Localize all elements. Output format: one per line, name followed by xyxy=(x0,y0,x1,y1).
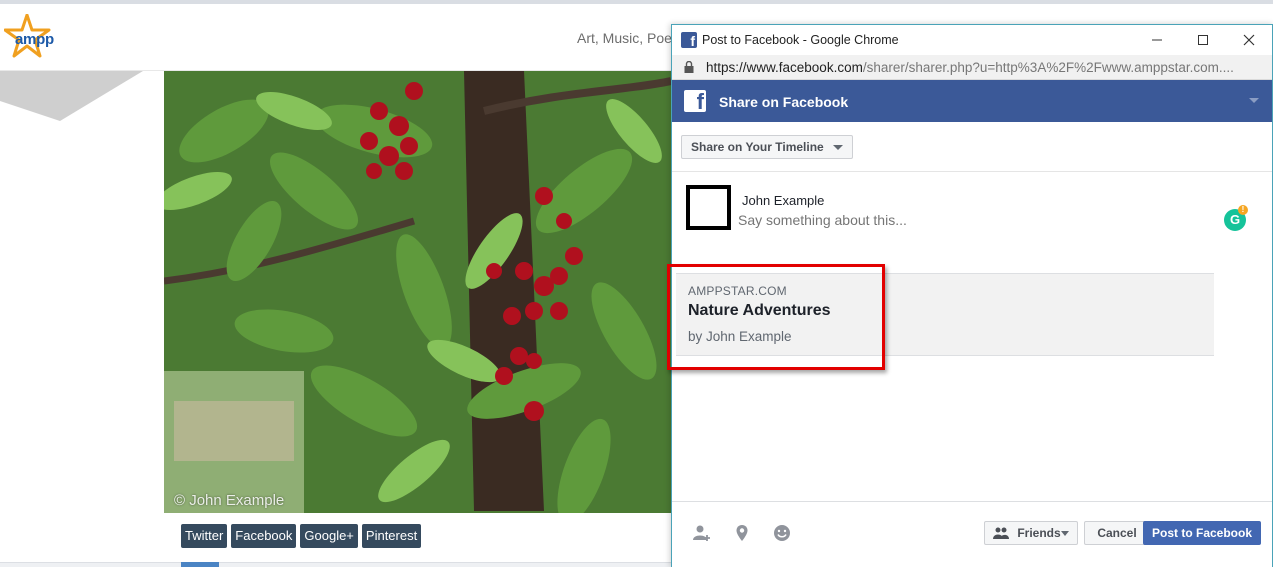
window-titlebar: f Post to Facebook - Google Chrome xyxy=(672,25,1272,55)
cherry-tree-photo: © John Example xyxy=(164,71,671,513)
minimize-button[interactable] xyxy=(1134,25,1180,55)
share-buttons-row: Twitter Facebook Google+ Pinterest xyxy=(181,524,422,548)
share-popup-window: f Post to Facebook - Google Chrome https… xyxy=(667,24,1273,567)
grammarly-alert-icon: ! xyxy=(1238,205,1248,215)
address-bar[interactable]: https://www.facebook.com/sharer/sharer.p… xyxy=(672,55,1272,80)
facebook-favicon-icon: f xyxy=(681,32,697,49)
facebook-share-header: f Share on Facebook xyxy=(672,80,1272,122)
site-nav-link[interactable]: Art, Music, Poe xyxy=(577,30,672,46)
audience-label: Friends xyxy=(1017,526,1061,540)
window-title: Post to Facebook - Google Chrome xyxy=(702,33,899,47)
share-destination-label: Share on Your Timeline xyxy=(691,140,824,154)
post-composer-input[interactable] xyxy=(738,212,1218,228)
section-divider xyxy=(672,171,1272,172)
minimize-icon xyxy=(1152,39,1162,41)
close-icon xyxy=(1243,34,1255,46)
chevron-down-icon xyxy=(1061,531,1069,536)
red-highlight-box xyxy=(667,264,885,370)
tag-friends-icon[interactable] xyxy=(692,523,712,543)
bottom-tab-active[interactable] xyxy=(181,562,219,567)
share-destination-dropdown[interactable]: Share on Your Timeline xyxy=(681,135,853,159)
top-strip xyxy=(0,0,1273,4)
header-menu-caret-icon[interactable] xyxy=(1249,98,1259,103)
lock-icon xyxy=(684,61,694,73)
maximize-button[interactable] xyxy=(1180,25,1226,55)
url-text[interactable]: https://www.facebook.com/sharer/sharer.p… xyxy=(706,60,1266,75)
feeling-emoji-icon[interactable] xyxy=(772,523,792,543)
facebook-logo-icon: f xyxy=(684,90,706,112)
user-name: John Example xyxy=(742,193,825,208)
facebook-share-button[interactable]: Facebook xyxy=(231,524,297,548)
chevron-down-icon xyxy=(832,145,843,150)
audience-friends-button[interactable]: Friends xyxy=(984,521,1078,545)
photo-credit: © John Example xyxy=(174,492,285,509)
photo-illustration xyxy=(164,71,671,513)
friends-icon xyxy=(993,527,1009,539)
share-header-title: Share on Facebook xyxy=(719,94,849,110)
decorative-banner-shape xyxy=(0,71,143,121)
googleplus-share-button[interactable]: Google+ xyxy=(300,524,358,548)
cancel-button[interactable]: Cancel xyxy=(1084,521,1150,545)
twitter-share-button[interactable]: Twitter xyxy=(181,524,228,548)
footer-divider xyxy=(672,501,1272,502)
site-logo-text[interactable]: ampp xyxy=(15,31,54,48)
maximize-icon xyxy=(1198,35,1208,45)
avatar xyxy=(686,185,731,230)
post-to-facebook-button[interactable]: Post to Facebook xyxy=(1143,521,1261,545)
location-pin-icon[interactable] xyxy=(732,523,752,543)
pinterest-share-button[interactable]: Pinterest xyxy=(361,524,422,548)
url-host: https://www.facebook.com xyxy=(706,60,863,75)
close-button[interactable] xyxy=(1226,25,1272,55)
url-path: /sharer/sharer.php?u=http%3A%2F%2Fwww.am… xyxy=(862,60,1234,75)
